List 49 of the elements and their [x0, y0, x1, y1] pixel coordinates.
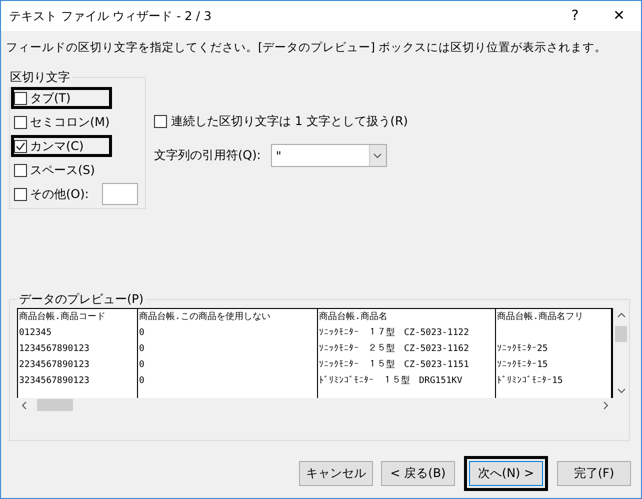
field-label: 文字列の引用符(Q): — [154, 147, 261, 164]
checkbox-label[interactable]: その他(O): — [30, 186, 89, 202]
table-cell-text: 0 — [138, 359, 146, 372]
table-cell-text: 0 — [138, 327, 146, 340]
checkbox[interactable] — [14, 140, 27, 152]
checkbox[interactable] — [14, 164, 27, 176]
checkbox[interactable] — [14, 116, 27, 128]
checkbox[interactable] — [154, 115, 167, 128]
window-title: テキスト ファイル ウィザード - 2 / 3 — [9, 8, 213, 24]
checkbox[interactable] — [14, 188, 27, 200]
group-title: 区切り文字 — [9, 69, 71, 86]
scrollbar-thumb[interactable] — [615, 326, 627, 342]
dialog-button[interactable]: < 戻る(B) — [381, 461, 455, 486]
table-cell-text: 商品台帳.商品コード — [18, 310, 106, 324]
chevron-left-icon[interactable] — [21, 400, 27, 410]
table-cell-text: ｿﾆｯｸﾓﾆﾀｰ ２５型 CZ-5023-1162 — [318, 342, 470, 356]
checkbox-label[interactable]: 連続した区切り文字は 1 文字として扱う(R) — [171, 113, 408, 130]
quote-dropdown[interactable]: " — [270, 144, 387, 167]
table-cell-text: ﾄﾞﾘﾐﾝｺﾞﾓﾆﾀｰ １５型 DRG151KV — [318, 374, 464, 388]
table-cell-text: 012345 — [18, 327, 53, 340]
dialog-button[interactable]: キャンセル — [299, 461, 373, 486]
chevron-down-icon[interactable] — [616, 388, 626, 394]
checkbox-label[interactable]: セミコロン(M) — [30, 114, 110, 130]
checkbox-label[interactable]: タブ(T) — [30, 90, 71, 106]
help-button[interactable]: ? — [553, 1, 597, 31]
table-cell-text: 1234567890123 — [18, 343, 90, 356]
table-cell-text: ﾄﾞﾘﾐﾝｺﾞﾓﾆﾀｰ15 — [496, 374, 564, 388]
checkbox-label[interactable]: カンマ(C) — [30, 138, 84, 154]
table-cell-text: 商品台帳.商品名 — [318, 310, 388, 324]
close-button[interactable]: ✕ — [597, 1, 641, 31]
table-cell-text: ｿﾆｯｸﾓﾆﾀｰ １５型 CZ-5023-1151 — [318, 358, 470, 372]
checkbox[interactable] — [14, 92, 27, 104]
chevron-right-icon[interactable] — [603, 400, 609, 410]
table-cell-text: 2234567890123 — [18, 359, 90, 372]
table-cell-text: 0 — [138, 375, 146, 388]
table-cell-text: 0 — [138, 343, 146, 356]
input-field[interactable] — [102, 183, 138, 205]
scrollbar-thumb[interactable] — [37, 399, 73, 411]
instruction-text: フィールドの区切り文字を指定してください。[データのプレビュー] ボックスには区切り位置が表示されます。 — [5, 39, 608, 56]
table-cell-text: 3234567890123 — [18, 375, 90, 388]
table-cell-text: 商品台帳.この商品を使用しない — [138, 310, 272, 324]
chevron-up-icon[interactable] — [616, 312, 626, 318]
table-cell-text: ｿﾆｯｸﾓﾆﾀｰ25 — [496, 342, 549, 356]
group-title: データのプレビュー(P) — [18, 291, 145, 308]
dialog-button[interactable]: 完了(F) — [557, 461, 631, 486]
table-cell-text: ｿﾆｯｸﾓﾆﾀｰ １７型 CZ-5023-1122 — [318, 326, 470, 340]
table-cell-text: ｿﾆｯｸﾓﾆﾀｰ15 — [496, 358, 549, 372]
checkbox-label[interactable]: スペース(S) — [30, 162, 95, 178]
table-cell-text: 商品台帳.商品名フリ — [496, 310, 584, 324]
